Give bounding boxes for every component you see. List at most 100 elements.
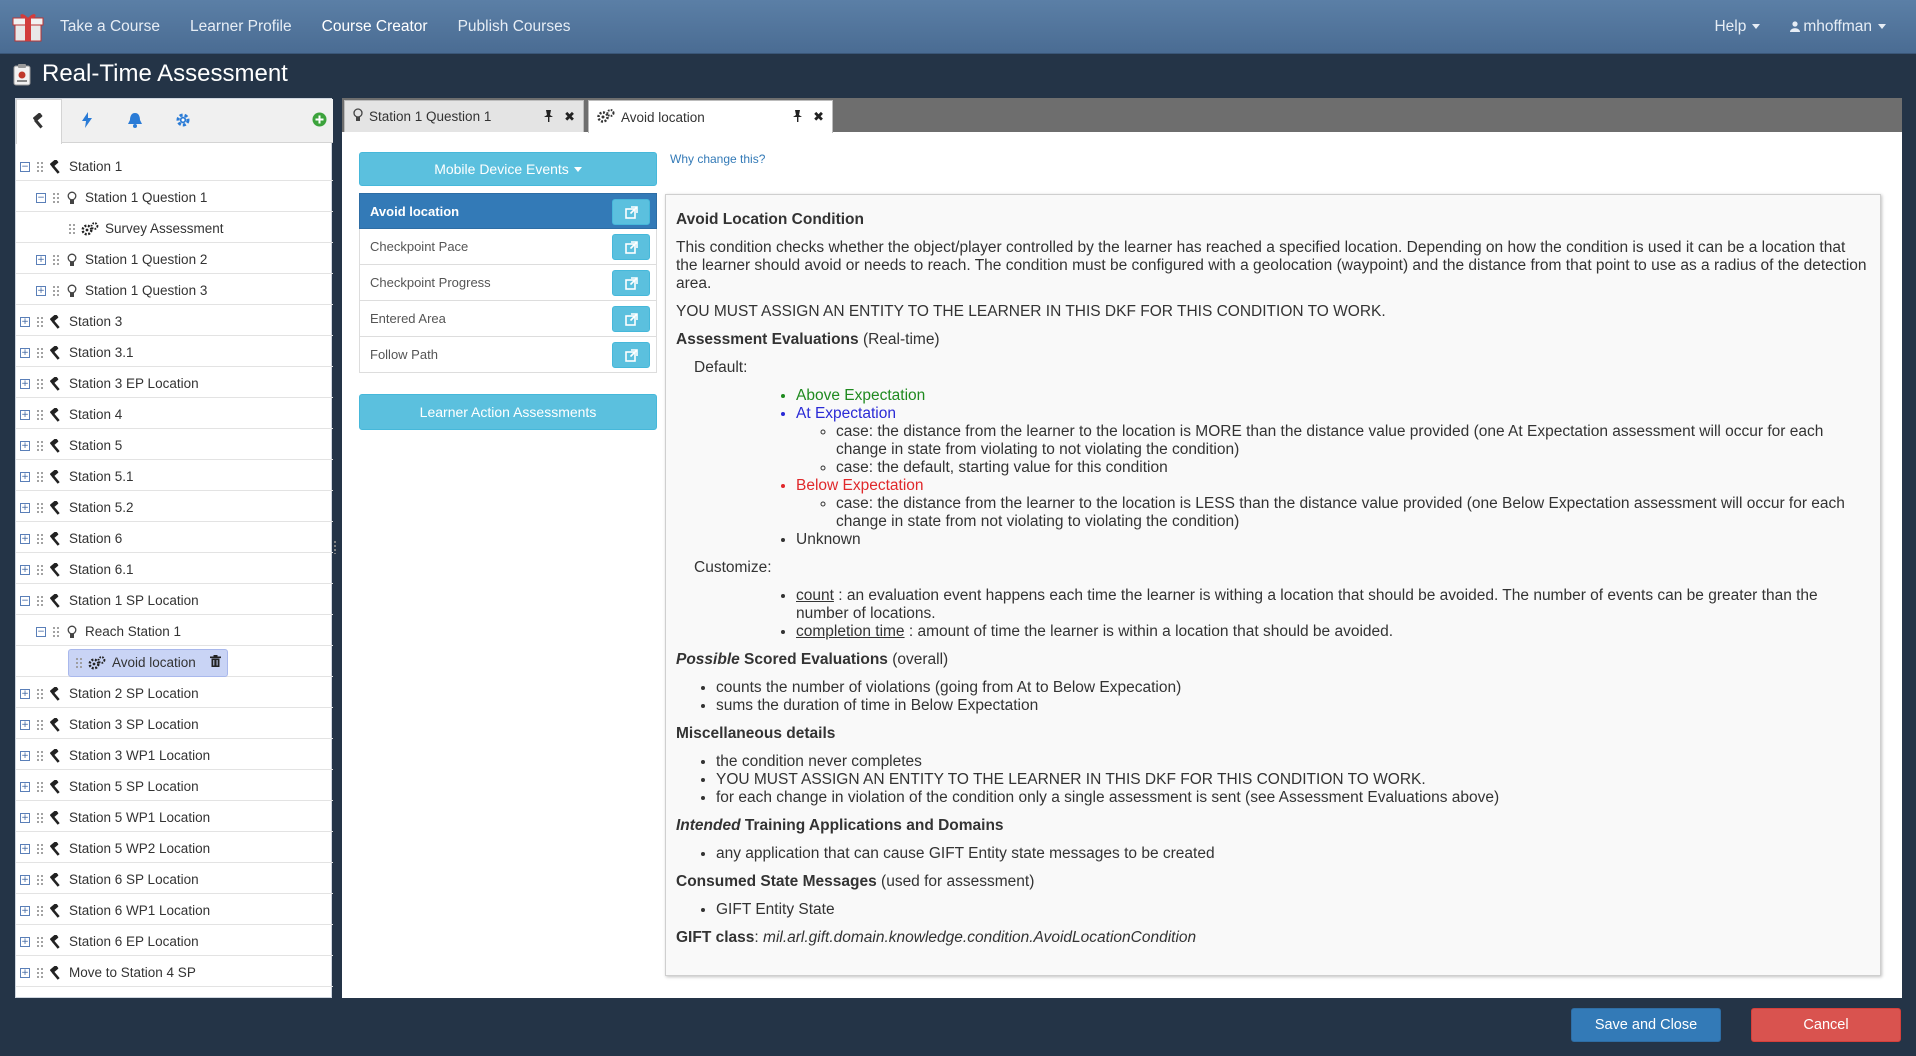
tree-row[interactable]: + Move to Station 4 SP [16, 959, 333, 987]
drag-handle-icon[interactable] [36, 501, 44, 514]
drag-handle-icon[interactable] [36, 408, 44, 421]
expand-icon[interactable]: + [20, 688, 30, 699]
tree-node[interactable]: Station 6 WP1 Location [36, 903, 210, 918]
nav-publish-courses[interactable]: Publish Courses [458, 18, 571, 36]
tree-row[interactable]: − Station 1 [16, 153, 333, 181]
tree-row[interactable]: − Station 1 SP Location [16, 587, 333, 615]
tree-node[interactable]: Station 5.1 [36, 469, 134, 484]
drag-handle-icon[interactable] [75, 656, 83, 669]
drag-handle-icon[interactable] [36, 439, 44, 452]
nav-take-a-course[interactable]: Take a Course [60, 18, 160, 36]
panel-splitter[interactable] [333, 540, 337, 554]
condition-item[interactable]: Entered Area [359, 301, 657, 337]
drag-handle-icon[interactable] [36, 842, 44, 855]
tab-avoid-location[interactable]: Avoid location ✖ [588, 100, 833, 133]
tree-node[interactable]: Station 6 SP Location [36, 872, 199, 887]
drag-handle-icon[interactable] [36, 935, 44, 948]
gift-logo-icon[interactable] [10, 9, 46, 45]
tree-row[interactable]: + Station 5 SP Location [16, 773, 333, 801]
tab-settings[interactable] [160, 99, 206, 143]
tree-row[interactable]: + Station 3.1 [16, 339, 333, 367]
condition-item[interactable]: Avoid location [359, 193, 657, 229]
drag-handle-icon[interactable] [36, 966, 44, 979]
tree-node[interactable]: Station 3.1 [36, 345, 134, 360]
expand-icon[interactable]: + [20, 316, 30, 327]
drag-handle-icon[interactable] [36, 718, 44, 731]
tree-row[interactable]: + Station 3 EP Location [16, 370, 333, 398]
nav-course-creator[interactable]: Course Creator [322, 18, 428, 36]
cancel-button[interactable]: Cancel [1751, 1008, 1901, 1042]
expand-icon[interactable]: + [20, 471, 30, 482]
tree-node[interactable]: Station 6 EP Location [36, 934, 199, 949]
drag-handle-icon[interactable] [36, 532, 44, 545]
tree-row[interactable]: + Station 6 WP1 Location [16, 897, 333, 925]
tree-node[interactable]: Avoid location [68, 648, 228, 677]
expand-icon[interactable]: + [20, 564, 30, 575]
drag-handle-icon[interactable] [36, 780, 44, 793]
external-link-icon[interactable] [612, 199, 650, 225]
tree-node[interactable]: Station 5 SP Location [36, 779, 199, 794]
tree-row[interactable]: + Station 5.1 [16, 463, 333, 491]
condition-item[interactable]: Follow Path [359, 337, 657, 373]
drag-handle-icon[interactable] [52, 191, 60, 204]
tree-row[interactable]: + Station 6 EP Location [16, 928, 333, 956]
tree-row[interactable]: − Station 1 Question 1 [16, 184, 333, 212]
tree-row[interactable]: + Station 5 WP1 Location [16, 804, 333, 832]
drag-handle-icon[interactable] [36, 377, 44, 390]
tree-row[interactable]: + Station 6.1 [16, 556, 333, 584]
close-icon[interactable]: ✖ [564, 109, 575, 125]
tree-node[interactable]: Station 1 Question 2 [52, 252, 207, 267]
tree-node[interactable]: Station 1 SP Location [36, 593, 199, 608]
tree-row[interactable]: + Station 3 WP1 Location [16, 742, 333, 770]
expand-icon[interactable]: + [20, 812, 30, 823]
nav-learner-profile[interactable]: Learner Profile [190, 18, 292, 36]
tree-node[interactable]: Station 3 [36, 314, 122, 329]
drag-handle-icon[interactable] [36, 160, 44, 173]
tree-node[interactable]: Station 6 [36, 531, 122, 546]
condition-item[interactable]: Checkpoint Progress [359, 265, 657, 301]
tree-row[interactable]: + Station 1 Question 2 [16, 246, 333, 274]
drag-handle-icon[interactable] [52, 625, 60, 638]
user-menu[interactable]: mhoffman [1790, 18, 1886, 36]
expand-icon[interactable]: + [20, 843, 30, 854]
tree-node[interactable]: Station 1 Question 3 [52, 283, 207, 298]
tree-node[interactable]: Move to Station 4 SP [36, 965, 196, 980]
tree-node[interactable]: Station 2 SP Location [36, 686, 199, 701]
tree-row[interactable]: Avoid location [16, 648, 333, 677]
tree-node[interactable]: Station 3 SP Location [36, 717, 199, 732]
collapse-icon[interactable]: − [36, 626, 46, 637]
tree-row[interactable]: + Station 1 Question 3 [16, 277, 333, 305]
expand-icon[interactable]: + [20, 378, 30, 389]
condition-category-dropdown[interactable]: Mobile Device Events [359, 152, 657, 186]
collapse-icon[interactable]: − [20, 161, 30, 172]
tree-node[interactable]: Reach Station 1 [52, 624, 181, 639]
drag-handle-icon[interactable] [36, 749, 44, 762]
expand-icon[interactable]: + [20, 440, 30, 451]
drag-handle-icon[interactable] [36, 687, 44, 700]
tree-node[interactable]: Station 6.1 [36, 562, 134, 577]
tree-row[interactable]: + Station 2 SP Location [16, 680, 333, 708]
expand-icon[interactable]: + [36, 254, 46, 265]
expand-icon[interactable]: + [20, 347, 30, 358]
tree-row[interactable]: + Station 5 [16, 432, 333, 460]
tree-row[interactable]: + Station 5 WP2 Location [16, 835, 333, 863]
tab-station-1-question-1[interactable]: Station 1 Question 1 ✖ [344, 100, 584, 132]
drag-handle-icon[interactable] [36, 470, 44, 483]
tree-node[interactable]: Station 5 WP1 Location [36, 810, 210, 825]
tree-node[interactable]: Station 5 WP2 Location [36, 841, 210, 856]
tree-node[interactable]: Station 5.2 [36, 500, 134, 515]
expand-icon[interactable]: + [20, 533, 30, 544]
expand-icon[interactable]: + [20, 719, 30, 730]
external-link-icon[interactable] [612, 270, 650, 296]
drag-handle-icon[interactable] [52, 284, 60, 297]
close-icon[interactable]: ✖ [813, 109, 824, 125]
tree-node[interactable]: Station 5 [36, 438, 122, 453]
expand-icon[interactable]: + [20, 967, 30, 978]
drag-handle-icon[interactable] [36, 563, 44, 576]
tab-strategies[interactable] [64, 99, 110, 143]
tree-row[interactable]: + Station 6 SP Location [16, 866, 333, 894]
external-link-icon[interactable] [612, 306, 650, 332]
drag-handle-icon[interactable] [36, 873, 44, 886]
drag-handle-icon[interactable] [36, 811, 44, 824]
tree-node[interactable]: Station 3 WP1 Location [36, 748, 210, 763]
